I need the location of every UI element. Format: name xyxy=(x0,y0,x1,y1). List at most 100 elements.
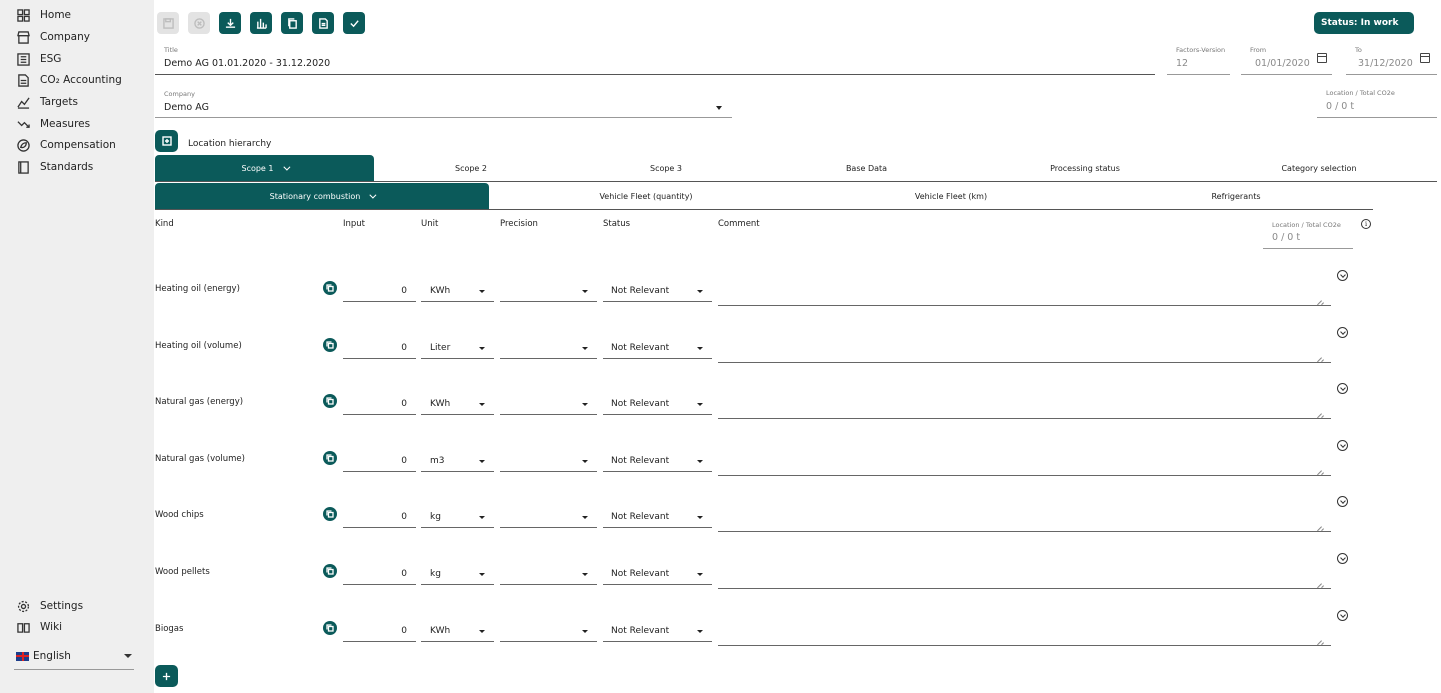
copy-button[interactable] xyxy=(281,12,303,34)
sidebar-item-esg[interactable]: ESG xyxy=(16,49,61,69)
location-total-value: 0 / 0 t xyxy=(1326,101,1355,112)
resize-handle-icon[interactable] xyxy=(1317,636,1322,641)
tab-base-data[interactable]: Base Data xyxy=(764,155,969,182)
cancel-button[interactable] xyxy=(188,12,210,34)
tab-scope-3[interactable]: Scope 3 xyxy=(568,155,764,182)
input-field[interactable]: 0 xyxy=(343,506,416,528)
resize-handle-icon[interactable] xyxy=(1317,466,1322,471)
report-button[interactable] xyxy=(312,12,334,34)
copy-row-button[interactable] xyxy=(323,451,337,465)
tab-scope-2[interactable]: Scope 2 xyxy=(374,155,568,182)
unit-select[interactable]: KWh xyxy=(421,620,494,642)
status-select[interactable]: Not Relevant xyxy=(603,620,712,642)
copy-row-button[interactable] xyxy=(323,281,337,295)
sidebar-item-measures[interactable]: Measures xyxy=(16,114,90,134)
comment-textarea[interactable] xyxy=(718,559,1331,589)
status-select[interactable]: Not Relevant xyxy=(603,337,712,359)
expand-row-icon[interactable] xyxy=(1337,383,1348,394)
precision-select[interactable] xyxy=(500,620,597,642)
precision-select[interactable] xyxy=(500,280,597,302)
tab-stationary-combustion[interactable]: Stationary combustion xyxy=(155,183,489,210)
info-icon[interactable]: i xyxy=(1361,219,1371,229)
expand-row-icon[interactable] xyxy=(1337,440,1348,451)
approve-button[interactable] xyxy=(343,12,365,34)
precision-select[interactable] xyxy=(500,337,597,359)
sidebar-item-compensation[interactable]: Compensation xyxy=(16,135,116,155)
resize-handle-icon[interactable] xyxy=(1317,579,1322,584)
resize-handle-icon[interactable] xyxy=(1317,296,1322,301)
status-select[interactable]: Not Relevant xyxy=(603,393,712,415)
chart-button[interactable] xyxy=(250,12,272,34)
copy-row-button[interactable] xyxy=(323,564,337,578)
input-field[interactable]: 0 xyxy=(343,280,416,302)
input-field[interactable]: 0 xyxy=(343,450,416,472)
unit-select[interactable]: Liter xyxy=(421,337,494,359)
sidebar-item-company[interactable]: Company xyxy=(16,27,90,47)
tab-vehicle-fleet-km[interactable]: Vehicle Fleet (km) xyxy=(803,183,1099,210)
precision-select[interactable] xyxy=(500,393,597,415)
resize-handle-icon[interactable] xyxy=(1317,522,1322,527)
unit-value: kg xyxy=(430,512,441,522)
add-row-button[interactable] xyxy=(155,665,178,687)
input-field[interactable]: 0 xyxy=(343,563,416,585)
unit-select[interactable]: KWh xyxy=(421,393,494,415)
copy-row-button[interactable] xyxy=(323,394,337,408)
tab-processing-status[interactable]: Processing status xyxy=(969,155,1201,182)
sidebar-item-wiki[interactable]: Wiki xyxy=(16,617,62,637)
precision-select[interactable] xyxy=(500,563,597,585)
tab-category-selection[interactable]: Category selection xyxy=(1201,155,1437,182)
resize-handle-icon[interactable] xyxy=(1317,353,1322,358)
sidebar-item-home[interactable]: Home xyxy=(16,5,71,25)
company-select[interactable]: Company Demo AG xyxy=(155,90,732,118)
status-value: Not Relevant xyxy=(611,569,670,579)
expand-row-icon[interactable] xyxy=(1337,270,1348,281)
save-button[interactable] xyxy=(157,12,179,34)
copy-row-button[interactable] xyxy=(323,338,337,352)
expand-row-icon[interactable] xyxy=(1337,553,1348,564)
expand-row-icon[interactable] xyxy=(1337,496,1348,507)
copy-row-button[interactable] xyxy=(323,621,337,635)
expand-row-icon[interactable] xyxy=(1337,610,1348,621)
caret-down-icon xyxy=(697,403,703,406)
download-button[interactable] xyxy=(219,12,241,34)
status-select[interactable]: Not Relevant xyxy=(603,450,712,472)
status-select[interactable]: Not Relevant xyxy=(603,563,712,585)
unit-select[interactable]: m3 xyxy=(421,450,494,472)
field-underline xyxy=(421,471,494,472)
language-select[interactable]: English xyxy=(16,646,132,666)
calendar-icon[interactable] xyxy=(1317,53,1327,63)
resize-handle-icon[interactable] xyxy=(1317,409,1322,414)
comment-textarea[interactable] xyxy=(718,446,1331,476)
sidebar-item-targets[interactable]: Targets xyxy=(16,92,78,112)
comment-textarea[interactable] xyxy=(718,276,1331,306)
precision-select[interactable] xyxy=(500,506,597,528)
sidebar-item-co2-accounting[interactable]: CO₂ Accounting xyxy=(16,70,122,90)
expand-row-icon[interactable] xyxy=(1337,327,1348,338)
unit-select[interactable]: kg xyxy=(421,506,494,528)
copy-row-button[interactable] xyxy=(323,507,337,521)
unit-select[interactable]: kg xyxy=(421,563,494,585)
calendar-icon[interactable] xyxy=(1420,53,1430,63)
input-field[interactable]: 0 xyxy=(343,620,416,642)
column-header-kind: Kind xyxy=(155,219,174,229)
input-field[interactable]: 0 xyxy=(343,337,416,359)
comment-textarea[interactable] xyxy=(718,616,1331,646)
tab-refrigerants[interactable]: Refrigerants xyxy=(1099,183,1373,210)
status-select[interactable]: Not Relevant xyxy=(603,280,712,302)
location-hierarchy-button[interactable] xyxy=(155,130,178,152)
tab-scope-1[interactable]: Scope 1 xyxy=(155,155,374,182)
field-underline xyxy=(343,358,416,359)
status-button[interactable]: Status: In work xyxy=(1314,12,1414,34)
precision-select[interactable] xyxy=(500,450,597,472)
sidebar-item-settings[interactable]: Settings xyxy=(16,596,83,616)
comment-textarea[interactable] xyxy=(718,333,1331,363)
input-field[interactable]: 0 xyxy=(343,393,416,415)
field-underline xyxy=(718,362,1331,363)
title-field[interactable]: Title Demo AG 01.01.2020 - 31.12.2020 xyxy=(155,46,1155,75)
comment-textarea[interactable] xyxy=(718,502,1331,532)
unit-select[interactable]: KWh xyxy=(421,280,494,302)
sidebar-item-standards[interactable]: Standards xyxy=(16,157,93,177)
comment-textarea[interactable] xyxy=(718,389,1331,419)
tab-vehicle-fleet-quantity[interactable]: Vehicle Fleet (quantity) xyxy=(489,183,803,210)
status-select[interactable]: Not Relevant xyxy=(603,506,712,528)
